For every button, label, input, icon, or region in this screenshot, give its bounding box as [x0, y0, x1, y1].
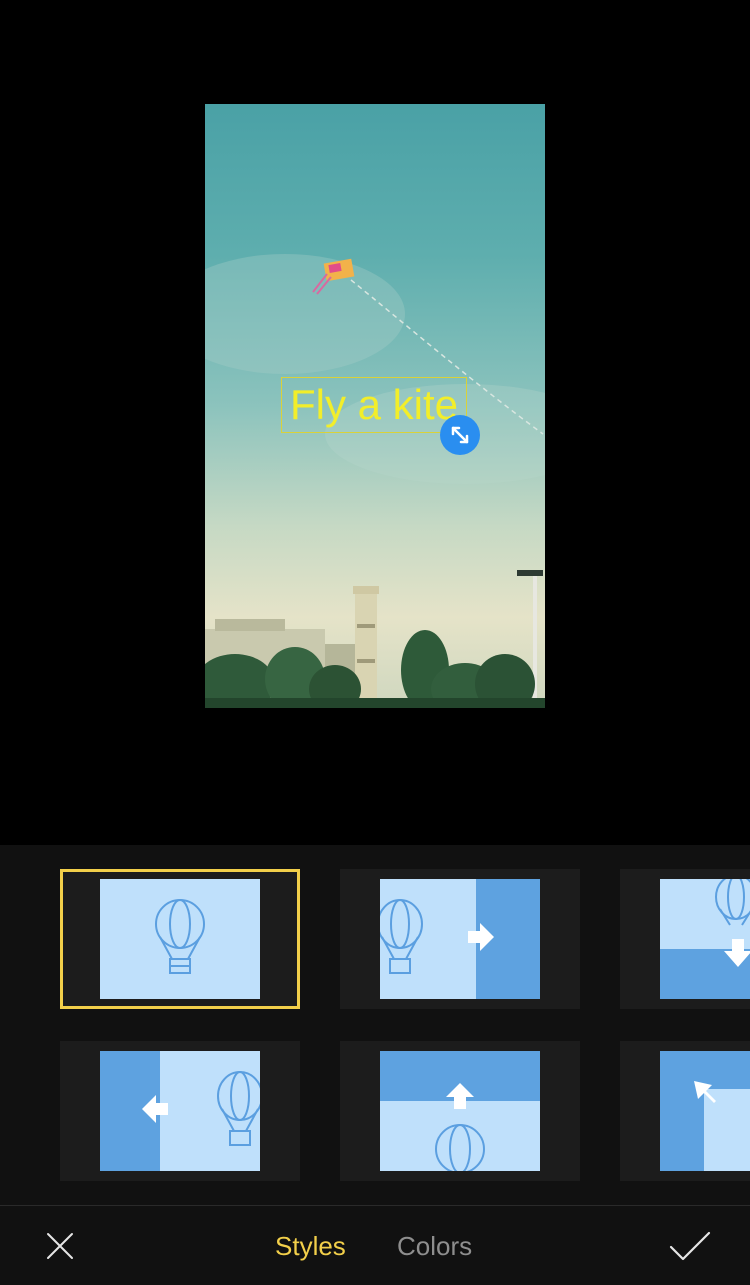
arrow-left-icon — [100, 1051, 260, 1171]
tab-styles[interactable]: Styles — [275, 1230, 346, 1262]
done-button[interactable] — [664, 1224, 716, 1268]
tab-colors[interactable]: Colors — [397, 1230, 472, 1262]
style-tile-slide-up-left[interactable] — [620, 1041, 750, 1181]
style-tile-static[interactable] — [60, 869, 300, 1009]
close-icon — [47, 1233, 73, 1259]
resize-arrows-icon — [451, 426, 469, 444]
arrow-right-icon — [380, 879, 540, 999]
hot-air-balloon-icon — [155, 899, 205, 974]
styles-panel — [0, 845, 750, 1205]
photo-preview: Fly a kite — [205, 104, 545, 708]
style-thumbnail — [660, 1051, 750, 1171]
arrow-down-icon — [660, 879, 750, 999]
close-button[interactable] — [38, 1224, 82, 1268]
resize-handle[interactable] — [440, 415, 480, 455]
arrow-up-left-icon — [660, 1051, 750, 1171]
bottom-toolbar: Styles Colors — [0, 1205, 750, 1285]
style-thumbnail — [100, 879, 260, 999]
overlay-text: Fly a kite — [289, 381, 459, 428]
style-tile-slide-down[interactable] — [620, 869, 750, 1009]
style-tile-slide-up[interactable] — [340, 1041, 580, 1181]
style-thumbnail — [380, 1051, 540, 1171]
checkmark-icon — [669, 1231, 711, 1261]
style-thumbnail — [100, 1051, 260, 1171]
style-thumbnail — [380, 879, 540, 999]
style-tile-slide-right[interactable] — [340, 869, 580, 1009]
style-thumbnail — [660, 879, 750, 999]
preview-area: Fly a kite — [0, 0, 750, 845]
text-overlay-box[interactable]: Fly a kite — [281, 377, 467, 433]
style-tile-slide-left[interactable] — [60, 1041, 300, 1181]
arrow-up-icon — [380, 1051, 540, 1171]
